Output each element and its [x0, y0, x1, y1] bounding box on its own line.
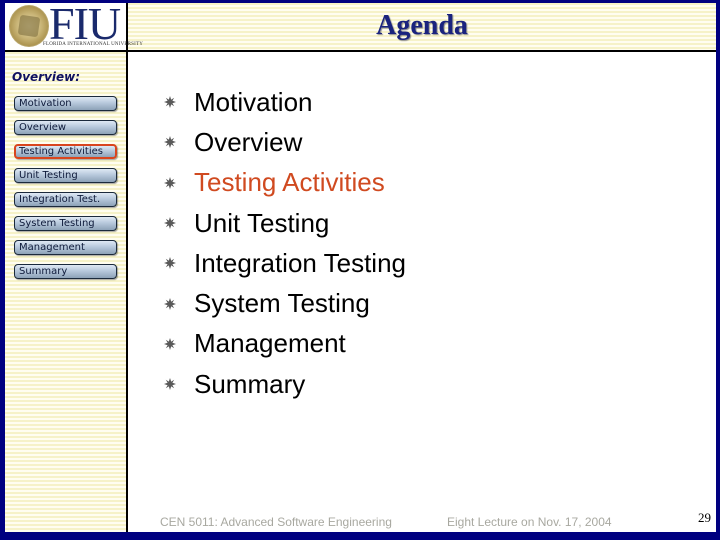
sidebar-item-system-testing[interactable]: System Testing: [14, 216, 117, 231]
starburst-bullet-icon: [164, 176, 176, 189]
sidebar-item-testing-activities[interactable]: Testing Activities: [14, 144, 117, 159]
starburst-bullet-icon: [164, 96, 176, 109]
agenda-item-text: Summary: [194, 368, 306, 399]
agenda-list: Motivation Overview Testing Activities U…: [164, 82, 406, 404]
starburst-bullet-icon: [164, 297, 176, 310]
sidebar-item-motivation[interactable]: Motivation: [14, 96, 117, 111]
seal-shield-icon: [17, 14, 41, 38]
agenda-item-current: Testing Activities: [164, 163, 406, 203]
agenda-item-text: System Testing: [194, 288, 370, 319]
starburst-bullet-icon: [164, 337, 176, 350]
sidebar: Overview: Motivation Overview Testing Ac…: [5, 52, 128, 532]
sidebar-item-overview[interactable]: Overview: [14, 120, 117, 135]
university-seal-icon: [9, 5, 49, 47]
agenda-item: Integration Testing: [164, 243, 406, 283]
fiu-logo: FIU FLORIDA INTERNATIONAL UNIVERSITY: [5, 3, 143, 50]
sidebar-item-unit-testing[interactable]: Unit Testing: [14, 168, 117, 183]
agenda-item: Motivation: [164, 82, 406, 122]
page-number: 29: [698, 510, 711, 525]
logo-wordmark: FIU: [49, 3, 121, 49]
agenda-item-text: Testing Activities: [194, 167, 385, 198]
agenda-item: System Testing: [164, 283, 406, 323]
footer-lecture-date: Eight Lecture on Nov. 17, 2004: [447, 515, 612, 529]
agenda-item-text: Integration Testing: [194, 247, 406, 278]
sidebar-item-summary[interactable]: Summary: [14, 264, 117, 279]
agenda-item: Management: [164, 324, 406, 364]
footer-course: CEN 5011: Advanced Software Engineering: [160, 515, 392, 529]
agenda-item: Unit Testing: [164, 203, 406, 243]
starburst-bullet-icon: [164, 136, 176, 149]
agenda-item-text: Overview: [194, 126, 303, 157]
starburst-bullet-icon: [164, 378, 176, 391]
logo-subtitle: FLORIDA INTERNATIONAL UNIVERSITY: [43, 42, 144, 47]
agenda-item-text: Unit Testing: [194, 207, 330, 238]
starburst-bullet-icon: [164, 217, 176, 230]
agenda-item: Summary: [164, 364, 406, 404]
slide-header: FIU FLORIDA INTERNATIONAL UNIVERSITY Age…: [5, 3, 716, 52]
starburst-bullet-icon: [164, 257, 176, 270]
slide-body: FIU FLORIDA INTERNATIONAL UNIVERSITY Age…: [5, 3, 716, 532]
agenda-item: Overview: [164, 122, 406, 162]
sidebar-item-integration-test[interactable]: Integration Test.: [14, 192, 117, 207]
sidebar-item-management[interactable]: Management: [14, 240, 117, 255]
agenda-item-text: Motivation: [194, 86, 313, 117]
sidebar-heading: Overview:: [12, 70, 81, 84]
agenda-item-text: Management: [194, 328, 346, 359]
slide-frame: FIU FLORIDA INTERNATIONAL UNIVERSITY Age…: [0, 0, 720, 540]
main-content: Motivation Overview Testing Activities U…: [128, 52, 716, 532]
slide-title: Agenda: [376, 10, 468, 41]
